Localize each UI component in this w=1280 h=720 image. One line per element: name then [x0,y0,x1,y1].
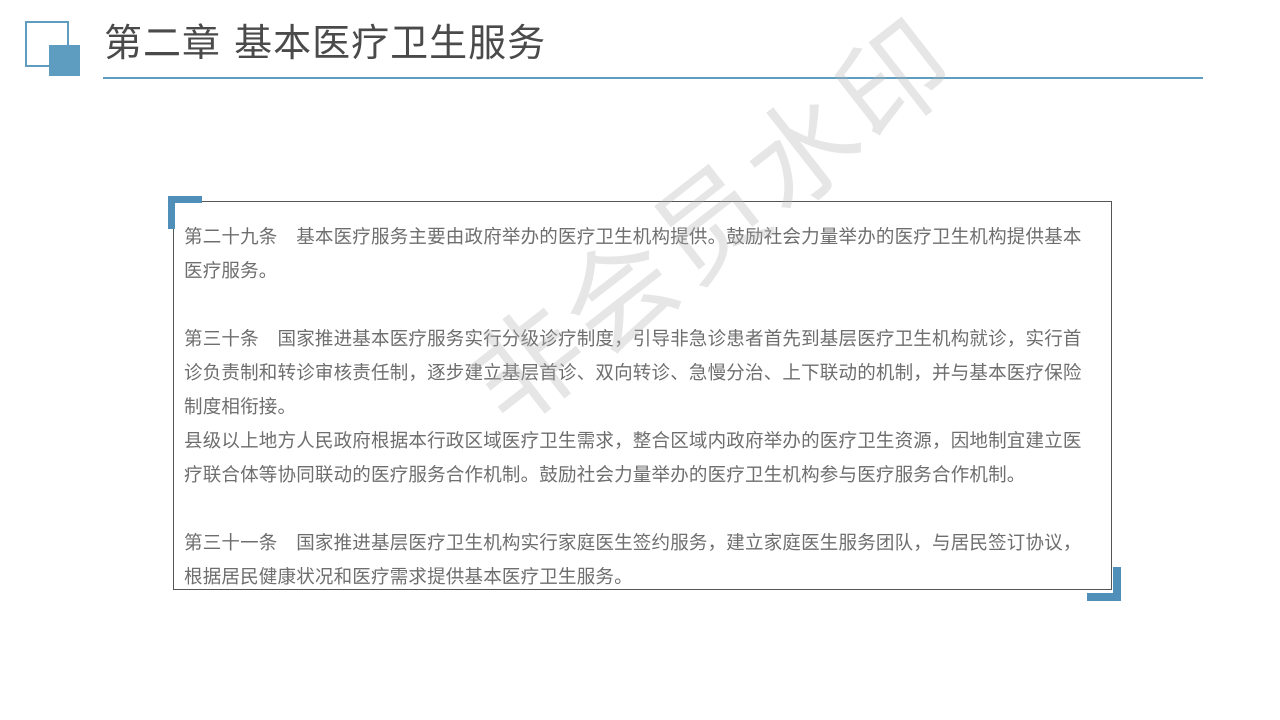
logo-filled-square [49,45,80,76]
slide: 第二章 基本医疗卫生服务 第二十九条 基本医疗服务主要由政府举办的医疗卫生机构提… [0,0,1280,720]
frame-corner-bottom-right-vertical [1113,567,1121,601]
paragraph-spacer [184,493,1086,527]
paragraph-article-29: 第二十九条 基本医疗服务主要由政府举办的医疗卫生机构提供。鼓励社会力量举办的医疗… [184,227,1082,282]
paragraph-article-30-clause-2: 县级以上地方人民政府根据本行政区域医疗卫生需求，整合区域内政府举办的医疗卫生资源… [184,431,1082,486]
frame-corner-top-left-vertical [168,196,175,229]
paragraph-spacer [184,289,1086,323]
paragraph-article-30: 第三十条 国家推进基本医疗服务实行分级诊疗制度，引导非急诊患者首先到基层医疗卫生… [184,329,1082,418]
article-text: 第二十九条 基本医疗服务主要由政府举办的医疗卫生机构提供。鼓励社会力量举办的医疗… [184,221,1086,595]
paragraph-article-31: 第三十一条 国家推进基层医疗卫生机构实行家庭医生签约服务，建立家庭医生服务团队，… [184,533,1082,588]
page-title: 第二章 基本医疗卫生服务 [104,21,547,65]
title-underline [103,77,1203,79]
